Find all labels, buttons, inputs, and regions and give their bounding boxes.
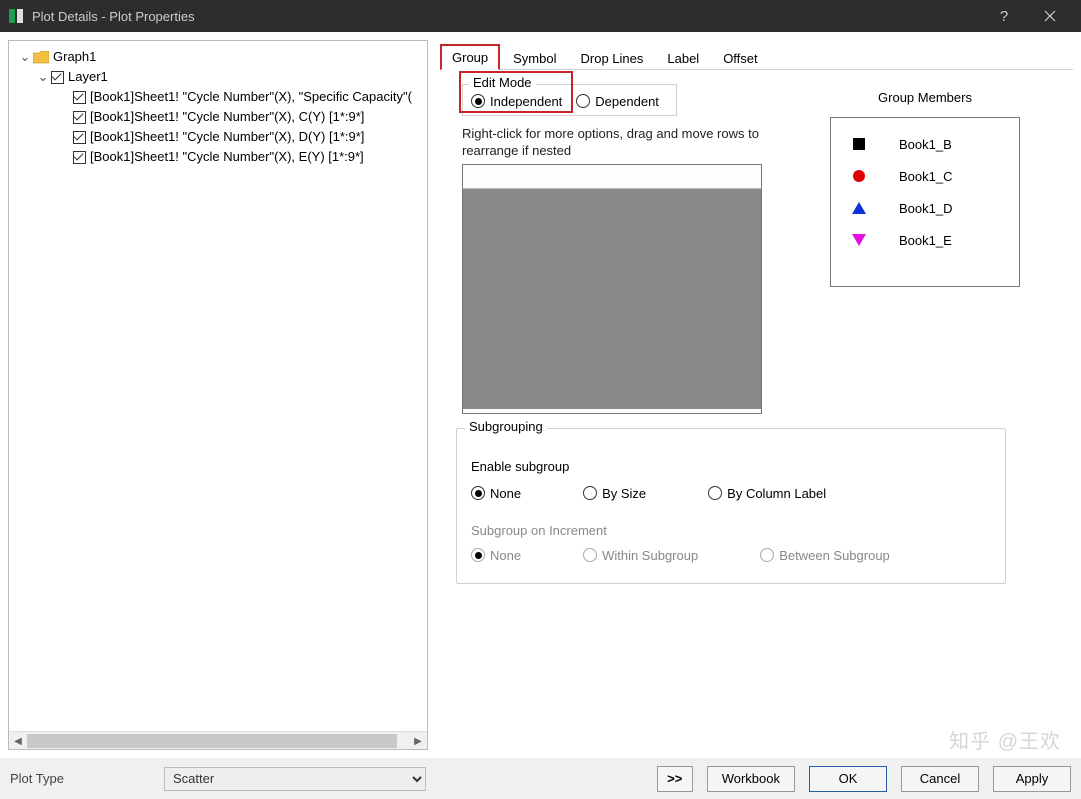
group-members-list[interactable]: Book1_B Book1_C Book1_D Book1_E: [830, 117, 1020, 287]
tree-label: Layer1: [68, 67, 108, 87]
drag-list-body[interactable]: [463, 189, 761, 409]
radio-label: Dependent: [595, 94, 659, 109]
radio-icon: [583, 486, 597, 500]
radio-label: None: [490, 486, 521, 501]
tree-node-graph[interactable]: ⌄ Graph1: [13, 47, 423, 67]
tree-node-layer[interactable]: ⌄ Layer1: [13, 67, 423, 87]
collapse-tree-button[interactable]: >>: [657, 766, 693, 792]
triangle-down-icon: [839, 234, 879, 246]
checkbox[interactable]: [73, 151, 86, 164]
plot-type-select[interactable]: Scatter: [164, 767, 426, 791]
member-label: Book1_B: [899, 137, 952, 152]
checkbox[interactable]: [51, 71, 64, 84]
window-title: Plot Details - Plot Properties: [32, 9, 981, 24]
checkbox[interactable]: [73, 131, 86, 144]
radio-icon: [471, 486, 485, 500]
list-item[interactable]: Book1_B: [839, 128, 1011, 160]
radio-sg-by-column[interactable]: By Column Label: [708, 486, 826, 501]
subgrouping-group: Subgrouping Enable subgroup None By Size…: [456, 428, 1006, 584]
tab-symbol[interactable]: Symbol: [502, 46, 567, 70]
subgroup-increment-label: Subgroup on Increment: [471, 523, 991, 538]
radio-icon: [576, 94, 590, 108]
tree-panel: ⌄ Graph1 ⌄ Layer1 [Book1]Sheet1! "Cycle …: [8, 40, 428, 750]
radio-label: None: [490, 548, 521, 563]
tree-view[interactable]: ⌄ Graph1 ⌄ Layer1 [Book1]Sheet1! "Cycle …: [9, 41, 427, 731]
tree-node-item[interactable]: [Book1]Sheet1! "Cycle Number"(X), "Speci…: [13, 87, 423, 107]
edit-mode-legend: Edit Mode: [469, 75, 536, 90]
tab-drop-lines[interactable]: Drop Lines: [570, 46, 655, 70]
radio-label: Independent: [490, 94, 562, 109]
list-item[interactable]: Book1_D: [839, 192, 1011, 224]
group-members-title: Group Members: [830, 90, 1020, 105]
radio-icon: [760, 548, 774, 562]
member-label: Book1_D: [899, 201, 952, 216]
collapse-icon[interactable]: ⌄: [19, 47, 31, 67]
close-button[interactable]: [1027, 0, 1073, 32]
radio-icon: [471, 548, 485, 562]
apply-button[interactable]: Apply: [993, 766, 1071, 792]
radio-icon: [471, 94, 485, 108]
triangle-up-icon: [839, 202, 879, 214]
radio-label: By Column Label: [727, 486, 826, 501]
radio-sg-by-size[interactable]: By Size: [583, 486, 646, 501]
radio-incr-none: None: [471, 548, 521, 563]
radio-label: By Size: [602, 486, 646, 501]
cancel-button[interactable]: Cancel: [901, 766, 979, 792]
radio-incr-between: Between Subgroup: [760, 548, 890, 563]
horizontal-scrollbar[interactable]: ◀ ▶: [9, 731, 427, 749]
tree-label: [Book1]Sheet1! "Cycle Number"(X), D(Y) […: [90, 127, 364, 147]
radio-icon: [583, 548, 597, 562]
tab-bar: Group Symbol Drop Lines Label Offset: [440, 40, 1073, 70]
radio-dependent[interactable]: Dependent: [576, 94, 659, 109]
scroll-right-icon[interactable]: ▶: [409, 732, 427, 750]
workbook-button[interactable]: Workbook: [707, 766, 795, 792]
checkbox[interactable]: [73, 111, 86, 124]
plot-type-label: Plot Type: [10, 771, 150, 786]
folder-icon: [33, 51, 49, 64]
tab-group[interactable]: Group: [440, 44, 500, 70]
member-label: Book1_E: [899, 233, 952, 248]
footer-bar: Plot Type Scatter >> Workbook OK Cancel …: [0, 758, 1081, 799]
checkbox[interactable]: [73, 91, 86, 104]
member-label: Book1_C: [899, 169, 952, 184]
list-item[interactable]: Book1_C: [839, 160, 1011, 192]
radio-incr-within: Within Subgroup: [583, 548, 698, 563]
circle-icon: [839, 170, 879, 182]
tree-node-item[interactable]: [Book1]Sheet1! "Cycle Number"(X), E(Y) […: [13, 147, 423, 167]
tree-label: [Book1]Sheet1! "Cycle Number"(X), E(Y) […: [90, 147, 364, 167]
hint-text: Right-click for more options, drag and m…: [462, 126, 762, 160]
help-button[interactable]: ?: [981, 0, 1027, 32]
drag-list-header: [463, 165, 761, 189]
app-icon: [8, 8, 24, 24]
radio-icon: [708, 486, 722, 500]
drag-list[interactable]: [462, 164, 762, 414]
radio-label: Within Subgroup: [602, 548, 698, 563]
tree-node-item[interactable]: [Book1]Sheet1! "Cycle Number"(X), C(Y) […: [13, 107, 423, 127]
tree-node-item[interactable]: [Book1]Sheet1! "Cycle Number"(X), D(Y) […: [13, 127, 423, 147]
square-icon: [839, 138, 879, 150]
ok-button[interactable]: OK: [809, 766, 887, 792]
tab-label[interactable]: Label: [656, 46, 710, 70]
enable-subgroup-label: Enable subgroup: [471, 459, 991, 474]
scrollbar-thumb[interactable]: [27, 734, 397, 748]
scroll-left-icon[interactable]: ◀: [9, 732, 27, 750]
radio-label: Between Subgroup: [779, 548, 890, 563]
group-members: Group Members Book1_B Book1_C Book1_D Bo…: [830, 90, 1020, 287]
collapse-icon[interactable]: ⌄: [37, 67, 49, 87]
titlebar: Plot Details - Plot Properties ?: [0, 0, 1081, 32]
tree-label: Graph1: [53, 47, 96, 67]
tree-label: [Book1]Sheet1! "Cycle Number"(X), C(Y) […: [90, 107, 364, 127]
subgrouping-legend: Subgrouping: [465, 419, 547, 434]
radio-sg-none[interactable]: None: [471, 486, 521, 501]
tree-label: [Book1]Sheet1! "Cycle Number"(X), "Speci…: [90, 87, 412, 107]
edit-mode-group: Edit Mode Independent Dependent: [462, 84, 677, 116]
radio-independent[interactable]: Independent: [471, 94, 562, 109]
list-item[interactable]: Book1_E: [839, 224, 1011, 256]
tab-offset[interactable]: Offset: [712, 46, 768, 70]
